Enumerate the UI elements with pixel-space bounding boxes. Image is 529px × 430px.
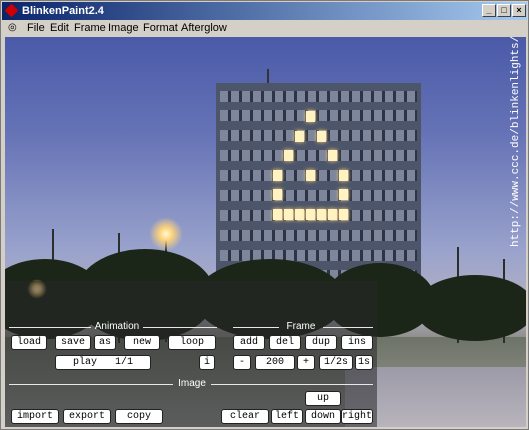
street-lamp-light <box>149 217 183 251</box>
lit-pixel <box>317 130 326 142</box>
building <box>216 83 421 287</box>
lit-pixel <box>339 208 348 220</box>
loop-button[interactable]: loop <box>168 335 216 350</box>
lit-pixel <box>295 130 304 142</box>
frame-position: 1/1 <box>115 357 134 368</box>
menu-image[interactable]: Image <box>108 20 139 36</box>
lit-pixel <box>284 208 293 220</box>
menu-file[interactable]: File <box>27 20 45 36</box>
increase-duration-button[interactable]: + <box>297 355 315 370</box>
divider <box>211 384 373 385</box>
app-window: BlinkenPaint2.4 _ □ × ◎ File Edit Frame … <box>0 0 529 430</box>
save-button[interactable]: save <box>55 335 91 350</box>
building-floor <box>220 91 417 102</box>
new-button[interactable]: new <box>124 335 160 350</box>
building-floor <box>220 230 417 241</box>
menu-frame[interactable]: Frame <box>74 20 106 36</box>
building-floor <box>220 150 417 161</box>
url-watermark: http://www.ccc.de/blinkenlights/ <box>510 37 522 247</box>
half-second-button[interactable]: 1/2s <box>319 355 353 370</box>
menu-afterglow[interactable]: Afterglow <box>181 20 227 36</box>
menu-edit[interactable]: Edit <box>50 20 69 36</box>
add-frame-button[interactable]: add <box>233 335 265 350</box>
divider <box>9 327 91 328</box>
lit-pixel <box>306 169 315 181</box>
window-title: BlinkenPaint2.4 <box>22 5 104 17</box>
building-floor <box>220 190 417 201</box>
image-heading: Image <box>178 378 206 389</box>
lit-pixel <box>284 150 293 161</box>
lit-pixel <box>295 208 304 220</box>
duration-field[interactable]: 200 <box>255 355 295 370</box>
lit-pixel <box>339 189 348 200</box>
blinkenpaint-icon <box>4 3 19 18</box>
shift-up-button[interactable]: up <box>305 391 341 406</box>
tree <box>415 275 526 341</box>
lit-pixel <box>273 169 282 181</box>
menu-bar: ◎ File Edit Frame Image Format Afterglow <box>2 20 527 36</box>
lit-pixel <box>328 150 337 161</box>
play-label: play <box>72 357 97 368</box>
lit-pixel <box>306 111 315 122</box>
building-floor <box>220 250 417 261</box>
lit-pixel <box>273 189 282 200</box>
divider <box>323 327 373 328</box>
info-button[interactable]: i <box>199 355 215 370</box>
export-button[interactable]: export <box>63 409 111 424</box>
delete-frame-button[interactable]: del <box>269 335 301 350</box>
lit-pixel <box>339 169 348 181</box>
roof-antenna <box>267 69 269 83</box>
save-as-button[interactable]: as <box>94 335 116 350</box>
building-floor <box>220 110 417 121</box>
one-second-button[interactable]: 1s <box>355 355 373 370</box>
decrease-duration-button[interactable]: - <box>233 355 251 370</box>
control-panel: Animation Frame load save as new loop pl… <box>5 281 377 427</box>
lit-pixel <box>328 208 337 220</box>
animation-heading: Animation <box>94 321 140 332</box>
lit-pixel <box>306 208 315 220</box>
divider <box>233 327 279 328</box>
divider <box>9 384 173 385</box>
load-button[interactable]: load <box>11 335 47 350</box>
clear-button[interactable]: clear <box>221 409 269 424</box>
minimize-icon[interactable]: _ <box>482 4 496 17</box>
lit-pixel <box>317 208 326 220</box>
system-menu-icon[interactable]: ◎ <box>8 20 17 36</box>
building-floor <box>220 170 417 181</box>
close-icon[interactable]: × <box>512 4 526 17</box>
shift-left-button[interactable]: left <box>271 409 303 424</box>
shift-down-button[interactable]: down <box>305 409 341 424</box>
divider <box>143 327 217 328</box>
shift-right-button[interactable]: right <box>341 409 373 424</box>
copy-button[interactable]: copy <box>115 409 163 424</box>
title-bar: BlinkenPaint2.4 _ □ × <box>2 2 527 20</box>
menu-format[interactable]: Format <box>143 20 178 36</box>
duplicate-frame-button[interactable]: dup <box>305 335 337 350</box>
frame-heading: Frame <box>286 321 316 332</box>
maximize-icon[interactable]: □ <box>497 4 511 17</box>
insert-frame-button[interactable]: ins <box>341 335 373 350</box>
play-button[interactable]: play 1/1 <box>55 355 151 370</box>
lit-pixel <box>273 208 282 220</box>
import-button[interactable]: import <box>11 409 59 424</box>
